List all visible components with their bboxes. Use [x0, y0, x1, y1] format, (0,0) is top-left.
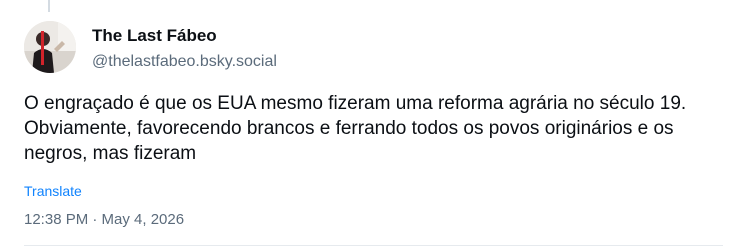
post-card: The Last Fábeo @thelastfabeo.bsky.social…	[0, 0, 747, 249]
author-display-name[interactable]: The Last Fábeo	[92, 26, 217, 46]
translate-link[interactable]: Translate	[24, 183, 82, 199]
divider	[24, 245, 723, 246]
post-text: O engraçado é que os EUA mesmo fizeram u…	[24, 93, 687, 164]
post-timestamp[interactable]: 12:38 PM · May 4, 2026	[24, 211, 184, 228]
avatar[interactable]	[24, 21, 76, 73]
thread-connector-line	[48, 0, 50, 12]
author-handle[interactable]: @thelastfabeo.bsky.social	[92, 53, 277, 71]
avatar-image	[24, 21, 76, 73]
